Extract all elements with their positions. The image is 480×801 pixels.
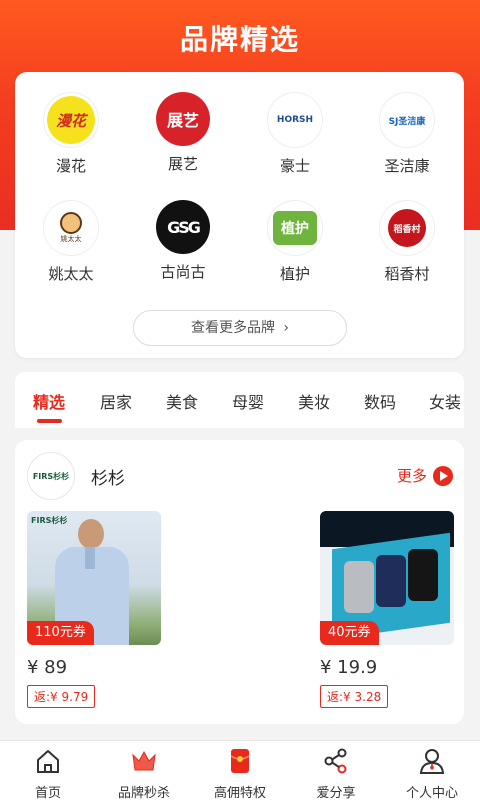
product-card[interactable]: 40元券 ¥ 19.9 返:¥ 3.28 — [320, 511, 454, 708]
brand-item-daoxiangcun[interactable]: 稻香村 稻香村 — [351, 200, 463, 284]
page-title: 品牌精选 — [179, 23, 300, 56]
store-name[interactable]: 杉杉 — [91, 464, 125, 489]
brand-name: 古尚古 — [160, 263, 206, 281]
share-icon — [324, 748, 347, 774]
brand-name: 漫花 — [55, 157, 86, 175]
gushanggu-logo: GSG — [156, 200, 210, 254]
tabbar-home[interactable]: 首页 — [0, 741, 96, 801]
category-tabs: 精选 居家 美食 母婴 美妆 数码 女装 — [15, 372, 464, 428]
active-tab-indicator — [37, 419, 62, 423]
tab-featured[interactable]: 精选 — [33, 389, 65, 413]
tabbar-high-commission[interactable]: 高佣特权 — [192, 741, 288, 801]
bottom-tab-bar: 首页 品牌秒杀 高佣特权 爱分享 个人中心 — [0, 740, 480, 801]
tabbar-brand-flash-sale[interactable]: 品牌秒杀 — [96, 741, 192, 801]
yaotaitai-logo: 姚太太 — [43, 200, 99, 256]
shirt-photo: FIRS杉杉 110元券 — [27, 511, 161, 645]
store-card: FIRS杉杉 杉杉 更多 FIRS杉杉 110元券 ¥ 89 返:¥ 9.79 … — [15, 440, 464, 724]
tab-womens-clothing[interactable]: 女装 — [429, 389, 461, 413]
zhanyi-logo: 展艺 — [156, 92, 210, 146]
crown-icon — [132, 750, 156, 771]
brand-item-manhua[interactable]: 漫花 漫花 — [15, 92, 127, 176]
rebate-badge: 返:¥ 9.79 — [27, 685, 96, 708]
brand-item-shengjiekang[interactable]: SJ圣洁康 圣洁康 — [351, 92, 463, 176]
tabbar-share[interactable]: 爱分享 — [288, 741, 384, 801]
coupon-badge: 110元券 — [27, 621, 94, 645]
user-icon — [419, 749, 445, 774]
shengjiekang-logo: SJ圣洁康 — [379, 92, 435, 148]
brand-name: 展艺 — [167, 155, 198, 173]
tab-food[interactable]: 美食 — [166, 389, 198, 413]
brand-name: 姚太太 — [48, 265, 94, 283]
brand-item-zhanyi[interactable]: 展艺 展艺 — [127, 92, 239, 174]
home-icon — [37, 750, 59, 773]
rebate-badge: 返:¥ 3.28 — [320, 685, 389, 708]
chevron-right-icon: › — [283, 320, 290, 336]
haoshi-logo: HORSH — [267, 92, 323, 148]
product-card[interactable]: FIRS杉杉 110元券 ¥ 89 返:¥ 9.79 — [27, 511, 161, 708]
brand-card: 漫花 漫花 展艺 展艺 HORSH 豪士 SJ圣洁康 圣洁康 姚太太 姚太太 G… — [15, 72, 464, 358]
tab-digital[interactable]: 数码 — [364, 389, 396, 413]
brand-name: 圣洁康 — [384, 157, 430, 175]
brand-item-zhihu[interactable]: 植护 植护 — [239, 200, 351, 284]
red-envelope-icon — [230, 749, 250, 773]
store-more-button[interactable]: 更多 — [397, 465, 453, 486]
tab-home[interactable]: 居家 — [100, 389, 132, 413]
manhua-logo: 漫花 — [43, 92, 99, 148]
brand-name: 植护 — [279, 265, 310, 283]
zhihu-logo: 植护 — [267, 200, 323, 256]
brand-item-yaotaitai[interactable]: 姚太太 姚太太 — [15, 200, 127, 284]
coupon-badge: 40元券 — [320, 621, 379, 645]
product-price: ¥ 89 — [27, 657, 68, 678]
brand-name: 稻香村 — [384, 265, 430, 283]
store-logo[interactable]: FIRS杉杉 — [27, 452, 75, 500]
tab-baby[interactable]: 母婴 — [232, 389, 264, 413]
play-icon — [433, 465, 453, 486]
tab-beauty[interactable]: 美妆 — [298, 389, 330, 413]
tabbar-profile[interactable]: 个人中心 — [384, 741, 480, 801]
brand-item-gushanggu[interactable]: GSG 古尚古 — [127, 200, 239, 282]
daoxiangcun-logo: 稻香村 — [379, 200, 435, 256]
underwear-box-photo: 40元券 — [320, 511, 454, 645]
brand-item-haoshi[interactable]: HORSH 豪士 — [239, 92, 351, 176]
more-brands-button[interactable]: 查看更多品牌 › — [133, 310, 347, 346]
product-price: ¥ 19.9 — [320, 657, 378, 678]
brand-name: 豪士 — [279, 157, 310, 175]
